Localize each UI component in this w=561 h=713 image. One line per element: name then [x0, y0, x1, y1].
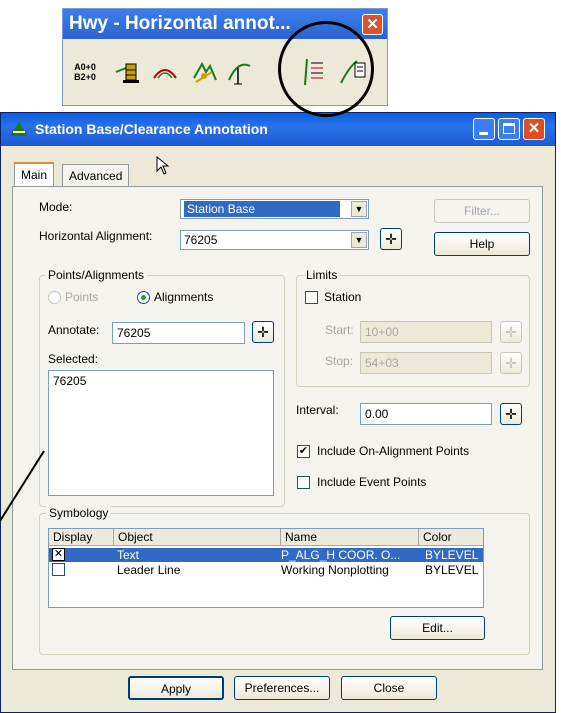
minimize-button[interactable]: [473, 118, 495, 140]
interval-target-icon[interactable]: ✛: [500, 403, 522, 425]
include-event-checkbox[interactable]: [297, 476, 310, 489]
annotate-target-icon[interactable]: ✛: [252, 321, 274, 343]
row-color: BYLEVEL: [425, 563, 479, 577]
window-close-button[interactable]: ✕: [523, 118, 545, 140]
row-name: P_ALG_H COOR. O...: [281, 548, 401, 562]
include-on-alignment-label: Include On-Alignment Points: [317, 444, 470, 458]
tree-icon[interactable]: [189, 55, 219, 89]
station-checkbox[interactable]: [305, 291, 318, 304]
row-object: Text: [117, 548, 140, 562]
interval-field[interactable]: 0.00: [360, 403, 492, 425]
station-icon-line2: B2+0: [74, 72, 96, 82]
points-group-title: Points/Alignments: [45, 268, 148, 282]
dialog-title: Station Base/Clearance Annotation: [1, 113, 555, 146]
start-label: Start:: [325, 323, 354, 337]
mode-value: Station Base: [184, 201, 340, 217]
tangent-icon[interactable]: [225, 55, 255, 89]
annotate-field[interactable]: 76205: [112, 322, 245, 344]
annotate-label: Annotate:: [48, 323, 100, 337]
points-radio[interactable]: [48, 291, 61, 304]
app-icon: [9, 120, 29, 141]
row-object: Leader Line: [117, 563, 181, 577]
include-event-label: Include Event Points: [317, 475, 427, 489]
selected-label: Selected:: [48, 352, 99, 366]
stop-field[interactable]: 54+03: [360, 352, 492, 374]
toolbar-close-button[interactable]: ✕: [362, 14, 383, 35]
preferences-button[interactable]: Preferences...: [234, 676, 330, 700]
pointer-line: [0, 450, 45, 522]
highlight-circle: [278, 21, 374, 117]
tab-main[interactable]: Main: [14, 162, 55, 188]
col-color[interactable]: Color: [419, 529, 483, 545]
halign-dropdown[interactable]: 76205 ▼: [180, 230, 369, 250]
limits-group-title: Limits: [303, 268, 341, 282]
list-item[interactable]: 76205: [53, 374, 86, 388]
table-header: Display Object Name Color: [49, 529, 483, 546]
alignments-radio[interactable]: [137, 291, 150, 304]
points-label: Points: [65, 290, 99, 304]
start-target-icon[interactable]: ✛: [500, 321, 522, 343]
row-name: Working Nonplotting: [281, 563, 389, 577]
alignments-label: Alignments: [154, 290, 214, 304]
maximize-button[interactable]: [498, 118, 520, 140]
halign-target-icon[interactable]: ✛: [380, 228, 402, 250]
start-field[interactable]: 10+00: [360, 321, 492, 343]
display-checkbox[interactable]: ✕: [52, 548, 65, 561]
station-icon-line1: A0+0: [74, 62, 96, 72]
station-offset-icon[interactable]: A0+0 B2+0: [70, 55, 100, 89]
filter-button[interactable]: Filter...: [434, 199, 530, 223]
stop-target-icon[interactable]: ✛: [500, 352, 522, 374]
col-display[interactable]: Display: [49, 529, 114, 545]
table-row[interactable]: ✕ Text P_ALG_H COOR. O... BYLEVEL: [49, 548, 483, 562]
include-on-alignment-checkbox[interactable]: ✔: [297, 445, 310, 458]
stop-label: Stop:: [325, 354, 354, 368]
selected-list[interactable]: 76205: [48, 370, 274, 496]
symbology-title: Symbology: [46, 506, 112, 520]
mode-dropdown[interactable]: Station Base ▼: [180, 199, 369, 219]
table-row[interactable]: Leader Line Working Nonplotting BYLEVEL: [49, 563, 483, 577]
chevron-down-icon[interactable]: ▼: [351, 232, 367, 248]
edit-button[interactable]: Edit...: [390, 616, 485, 640]
col-object[interactable]: Object: [114, 529, 281, 545]
chevron-down-icon[interactable]: ▼: [351, 201, 367, 217]
symbology-table[interactable]: Display Object Name Color ✕ Text P_ALG_H…: [48, 528, 484, 608]
cursor-icon: [156, 155, 172, 179]
display-checkbox[interactable]: [52, 563, 65, 576]
halign-value: 76205: [184, 233, 218, 247]
tab-advanced[interactable]: Advanced: [62, 164, 130, 188]
help-button[interactable]: Help: [434, 232, 530, 256]
interval-label: Interval:: [296, 403, 339, 417]
row-color: BYLEVEL: [425, 548, 479, 562]
building-icon[interactable]: [113, 55, 143, 89]
apply-button[interactable]: Apply: [128, 676, 224, 700]
mode-label: Mode:: [39, 200, 73, 214]
station-label: Station: [324, 290, 362, 304]
col-name[interactable]: Name: [281, 529, 419, 545]
close-button[interactable]: Close: [341, 676, 437, 700]
halign-label: Horizontal Alignment:: [39, 229, 153, 243]
curve-icon[interactable]: [150, 55, 180, 89]
